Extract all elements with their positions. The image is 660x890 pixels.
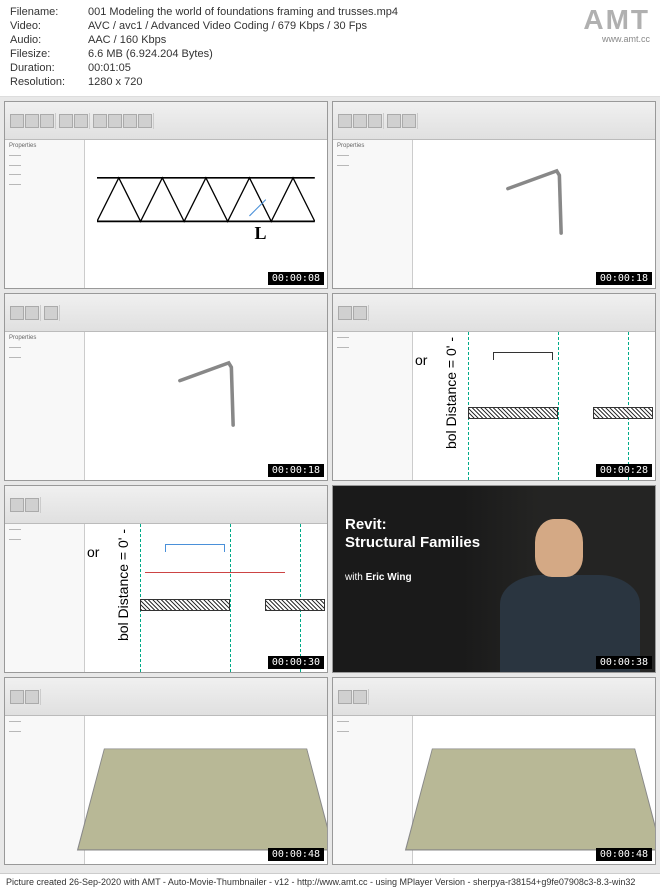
ribbon-icon <box>338 306 352 320</box>
ribbon-icon <box>93 114 107 128</box>
ribbon-icon <box>25 498 39 512</box>
timestamp-badge: 00:00:48 <box>268 848 324 861</box>
course-title-line1: Revit: <box>345 516 480 534</box>
app-ribbon <box>5 678 327 716</box>
app-ribbon <box>333 678 655 716</box>
model-canvas <box>413 716 655 864</box>
course-title-line2: Structural Families <box>345 534 480 552</box>
video-label: Video: <box>10 20 88 32</box>
footer-text: Picture created 26-Sep-2020 with AMT - A… <box>0 873 660 890</box>
thumbnail: Properties —— —— 00:00:18 <box>332 101 656 289</box>
timestamp-badge: 00:00:28 <box>596 464 652 477</box>
ribbon-icon <box>108 114 122 128</box>
author-name: Eric Wing <box>366 572 412 583</box>
thumbnail: Properties —— —— —— —— L 00:00:08 <box>4 101 328 289</box>
thumbnail: —— —— or bol Distance = 0' - 00:00:30 <box>4 485 328 673</box>
dimension-text: or <box>415 352 427 368</box>
app-ribbon <box>333 294 655 332</box>
ribbon-icon <box>25 114 39 128</box>
audio-value: AAC / 160 Kbps <box>88 34 166 46</box>
video-value: AVC / avc1 / Advanced Video Coding / 679… <box>88 20 367 32</box>
ribbon-icon <box>74 114 88 128</box>
properties-panel: —— —— <box>5 524 85 672</box>
ribbon-icon <box>338 690 352 704</box>
app-ribbon <box>5 294 327 332</box>
audio-label: Audio: <box>10 34 88 46</box>
model-canvas: or bol Distance = 0' - <box>85 524 327 672</box>
ribbon-icon <box>10 498 24 512</box>
ribbon-icon <box>353 114 367 128</box>
model-canvas <box>85 332 327 480</box>
resolution-label: Resolution: <box>10 76 88 88</box>
ribbon-icon <box>44 306 58 320</box>
timestamp-badge: 00:00:18 <box>268 464 324 477</box>
app-ribbon <box>5 102 327 140</box>
properties-panel: Properties —— —— <box>5 332 85 480</box>
model-canvas: or bol Distance = 0' - <box>413 332 655 480</box>
ribbon-icon <box>40 114 54 128</box>
thumbnail: Properties —— —— 00:00:18 <box>4 293 328 481</box>
ribbon-icon <box>10 690 24 704</box>
floor-slab <box>405 749 656 851</box>
thumbnail: —— —— 00:00:48 <box>4 677 328 865</box>
properties-panel: —— —— <box>5 716 85 864</box>
ribbon-icon <box>138 114 152 128</box>
filesize-label: Filesize: <box>10 48 88 60</box>
presenter-photo <box>462 486 655 672</box>
duration-label: Duration: <box>10 62 88 74</box>
thumbnail: —— —— 00:00:48 <box>332 677 656 865</box>
filename-label: Filename: <box>10 6 88 18</box>
author-prefix: with <box>345 572 363 583</box>
timestamp-badge: 00:00:38 <box>596 656 652 669</box>
timestamp-badge: 00:00:30 <box>268 656 324 669</box>
ribbon-icon <box>368 114 382 128</box>
filename-value: 001 Modeling the world of foundations fr… <box>88 6 398 18</box>
ribbon-icon <box>25 690 39 704</box>
metadata-header: Filename: 001 Modeling the world of foun… <box>0 0 660 97</box>
logo-url: www.amt.cc <box>583 34 650 44</box>
properties-panel: —— —— <box>333 716 413 864</box>
ribbon-icon <box>387 114 401 128</box>
amt-logo: AMT www.amt.cc <box>583 6 650 44</box>
filesize-value: 6.6 MB (6.924.204 Bytes) <box>88 48 213 60</box>
ribbon-icon <box>10 306 24 320</box>
model-canvas <box>413 140 655 288</box>
dimension-text: bol Distance = 0' - <box>115 529 131 641</box>
timestamp-badge: 00:00:48 <box>596 848 652 861</box>
thumbnail: —— —— or bol Distance = 0' - 00:00:28 <box>332 293 656 481</box>
title-card: Revit: Structural Families with Eric Win… <box>333 486 655 672</box>
ribbon-icon <box>10 114 24 128</box>
thumbnail-grid: Properties —— —— —— —— L 00:00:08 <box>0 97 660 869</box>
floor-slab <box>77 749 328 851</box>
timestamp-badge: 00:00:08 <box>268 272 324 285</box>
thumbnail: Revit: Structural Families with Eric Win… <box>332 485 656 673</box>
app-ribbon <box>333 102 655 140</box>
ribbon-icon <box>338 114 352 128</box>
ribbon-icon <box>353 690 367 704</box>
model-canvas <box>85 716 327 864</box>
properties-panel: Properties —— —— <box>333 140 413 288</box>
duration-value: 00:01:05 <box>88 62 131 74</box>
properties-panel: Properties —— —— —— —— <box>5 140 85 288</box>
properties-panel: —— —— <box>333 332 413 480</box>
logo-text: AMT <box>583 6 650 34</box>
ribbon-icon <box>59 114 73 128</box>
ribbon-icon <box>353 306 367 320</box>
ribbon-icon <box>25 306 39 320</box>
dimension-text: or <box>87 544 99 560</box>
ribbon-icon <box>123 114 137 128</box>
dimension-text: bol Distance = 0' - <box>443 337 459 449</box>
model-canvas: L <box>85 140 327 288</box>
ribbon-icon <box>402 114 416 128</box>
app-ribbon <box>5 486 327 524</box>
resolution-value: 1280 x 720 <box>88 76 142 88</box>
timestamp-badge: 00:00:18 <box>596 272 652 285</box>
